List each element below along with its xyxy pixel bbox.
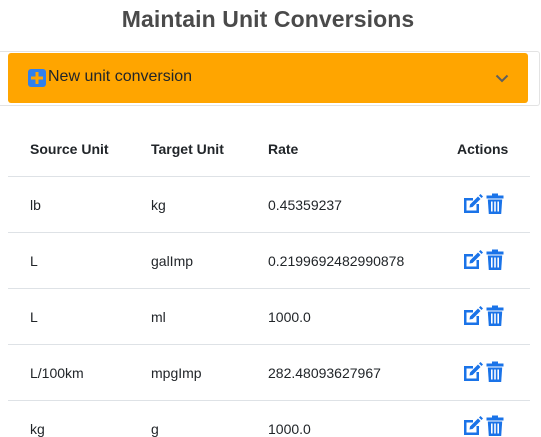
row-actions	[462, 193, 508, 215]
cell-source-unit: L	[30, 253, 38, 269]
cell-target-unit: kg	[151, 197, 166, 213]
plus-square-icon	[28, 69, 46, 87]
trash-icon[interactable]	[486, 361, 504, 383]
trash-icon[interactable]	[486, 193, 504, 215]
row-divider	[8, 232, 530, 233]
trash-icon[interactable]	[486, 305, 504, 327]
cell-rate: 0.2199692482990878	[268, 253, 405, 269]
edit-icon[interactable]	[462, 193, 484, 215]
trash-icon[interactable]	[486, 415, 504, 437]
cell-target-unit: g	[151, 421, 159, 437]
edit-icon[interactable]	[462, 361, 484, 383]
row-divider	[8, 176, 530, 177]
row-actions	[462, 305, 508, 327]
edit-icon[interactable]	[462, 305, 484, 327]
edit-icon[interactable]	[462, 249, 484, 271]
edit-icon[interactable]	[462, 415, 484, 437]
cell-rate: 1000.0	[268, 309, 311, 325]
row-divider	[8, 400, 530, 401]
row-actions	[462, 249, 508, 271]
row-divider	[8, 344, 530, 345]
chevron-down-icon[interactable]	[494, 70, 510, 86]
cell-source-unit: L	[30, 309, 38, 325]
row-divider	[8, 288, 530, 289]
header-actions: Actions	[457, 141, 509, 157]
accordion-label: New unit conversion	[48, 68, 193, 85]
cell-source-unit: kg	[30, 421, 45, 437]
row-actions	[462, 415, 508, 437]
header-source-unit: Source Unit	[30, 141, 109, 157]
header-target-unit: Target Unit	[151, 141, 224, 157]
cell-rate: 1000.0	[268, 421, 311, 437]
cell-target-unit: ml	[151, 309, 166, 325]
cell-source-unit: L/100km	[30, 365, 84, 381]
row-actions	[462, 361, 508, 383]
unit-conversions-page: Maintain Unit Conversions New unit conve…	[0, 0, 541, 437]
cell-source-unit: lb	[30, 197, 41, 213]
cell-target-unit: mpgImp	[151, 365, 202, 381]
cell-rate: 0.45359237	[268, 197, 342, 213]
new-unit-conversion-accordion[interactable]: New unit conversion	[8, 53, 528, 103]
cell-rate: 282.48093627967	[268, 365, 381, 381]
cell-target-unit: galImp	[151, 253, 194, 269]
trash-icon[interactable]	[486, 249, 504, 271]
header-rate: Rate	[268, 141, 299, 157]
page-title: Maintain Unit Conversions	[121, 6, 415, 32]
